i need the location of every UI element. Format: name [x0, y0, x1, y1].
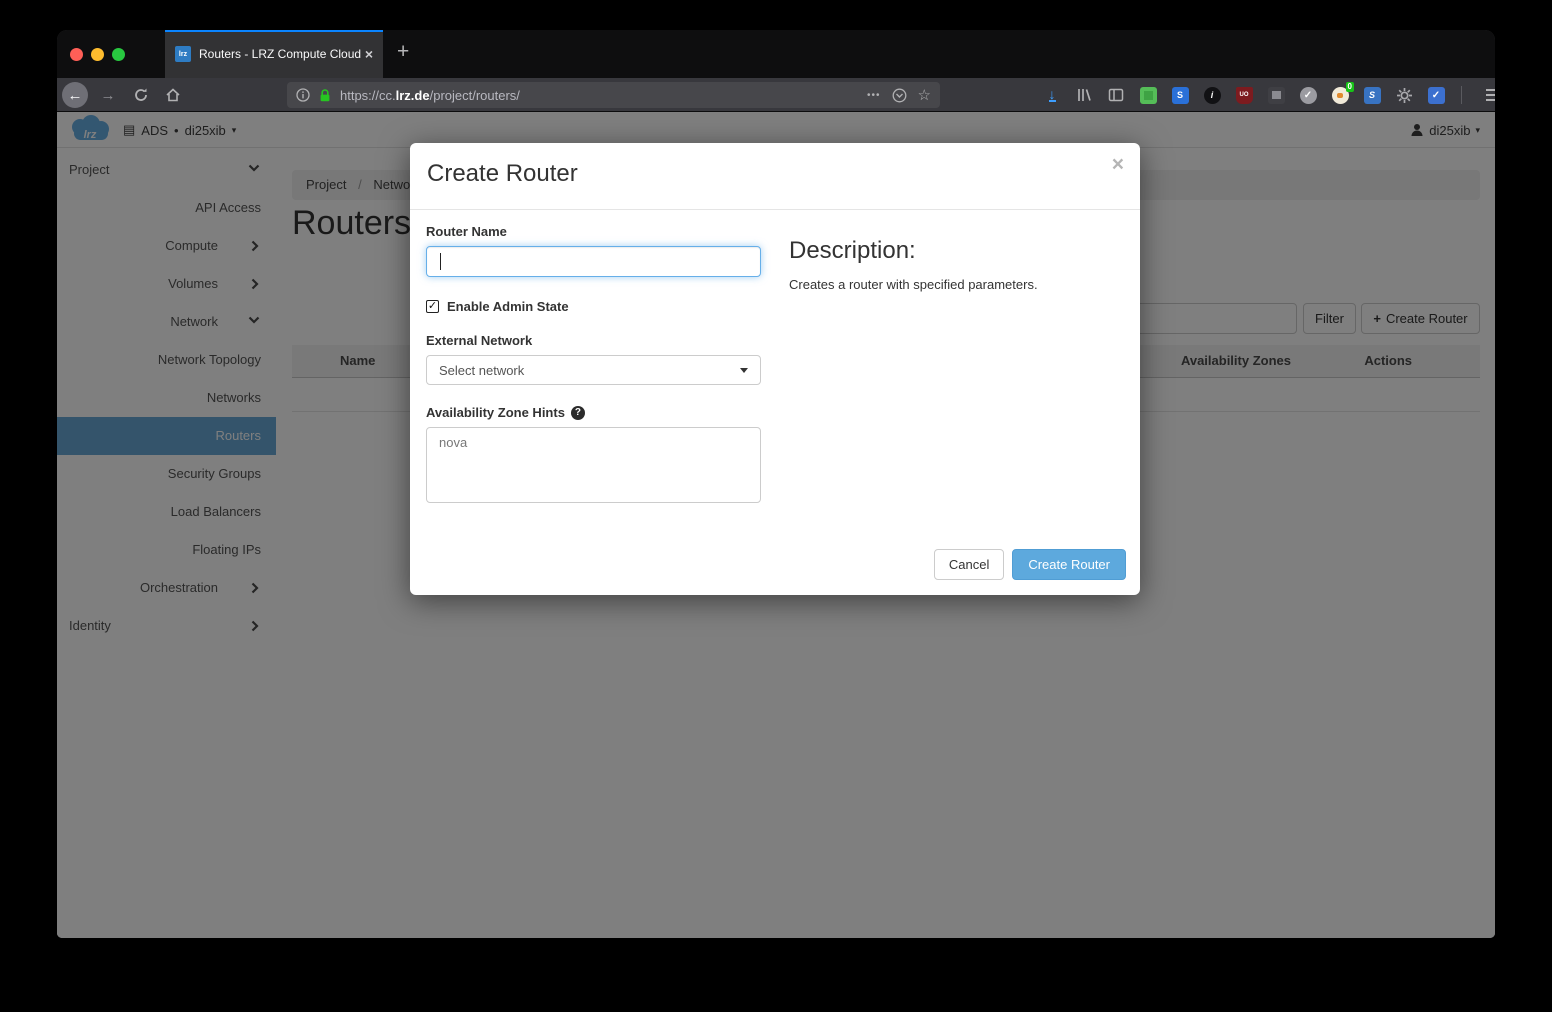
- reload-button[interactable]: [131, 78, 151, 112]
- help-question-icon[interactable]: ?: [571, 406, 585, 420]
- external-network-label: External Network: [426, 333, 761, 348]
- external-network-select[interactable]: Select network: [426, 355, 761, 385]
- back-button[interactable]: ←: [62, 82, 88, 108]
- window-controls: [70, 48, 125, 61]
- extension-stylus-icon[interactable]: S: [1363, 86, 1381, 104]
- extension-info-circle-icon[interactable]: i: [1203, 86, 1221, 104]
- modal-description: Description: Creates a router with speci…: [789, 237, 1124, 292]
- extension-grid-green-icon[interactable]: [1139, 86, 1157, 104]
- description-text: Creates a router with specified paramete…: [789, 277, 1124, 292]
- forward-button[interactable]: →: [98, 78, 118, 112]
- select-caret-icon: [740, 368, 748, 373]
- page-viewport: lrz ▤ ADS • di25xib ▾ di25xib ▾ Project …: [57, 112, 1495, 938]
- browser-window: lrz Routers - LRZ Compute Cloud × + ← → …: [57, 30, 1495, 938]
- close-window-button[interactable]: [70, 48, 83, 61]
- submit-create-router-button[interactable]: Create Router: [1012, 549, 1126, 580]
- cancel-button[interactable]: Cancel: [934, 549, 1004, 580]
- pocket-icon[interactable]: [892, 88, 907, 103]
- downloads-icon[interactable]: ↓: [1043, 86, 1061, 104]
- extension-check-square-icon[interactable]: ✓: [1427, 86, 1445, 104]
- new-tab-button[interactable]: +: [397, 40, 409, 64]
- tab-bar: lrz Routers - LRZ Compute Cloud × +: [57, 30, 1495, 78]
- tab-close-icon[interactable]: ×: [365, 46, 373, 62]
- bookmark-star-icon[interactable]: ☆: [918, 86, 931, 104]
- modal-footer: Cancel Create Router: [934, 549, 1126, 580]
- extension-dark-frame-icon[interactable]: [1267, 86, 1285, 104]
- modal-title: Create Router: [427, 160, 578, 188]
- az-hints-label: Availability Zone Hints ?: [426, 405, 761, 420]
- close-icon[interactable]: ×: [1112, 153, 1124, 177]
- https-lock-icon[interactable]: [318, 88, 332, 103]
- sidebar-toggle-icon[interactable]: [1107, 86, 1125, 104]
- admin-state-checkbox[interactable]: ✓: [426, 300, 439, 313]
- minimize-window-button[interactable]: [91, 48, 104, 61]
- ublock-origin-icon[interactable]: UO: [1235, 86, 1253, 104]
- selected-network-value: Select network: [439, 363, 524, 378]
- az-hints-listbox[interactable]: nova: [426, 427, 761, 503]
- az-option-nova[interactable]: nova: [427, 434, 760, 451]
- router-name-label: Router Name: [426, 224, 761, 239]
- modal-form: Router Name ✓ Enable Admin State Externa…: [426, 224, 761, 503]
- library-icon[interactable]: [1075, 86, 1093, 104]
- create-router-modal: Create Router × Router Name ✓ Enable Adm…: [410, 143, 1140, 595]
- settings-gear-icon[interactable]: [1395, 86, 1413, 104]
- tab-favicon: lrz: [175, 46, 191, 62]
- admin-state-row[interactable]: ✓ Enable Admin State: [426, 299, 761, 314]
- admin-state-label: Enable Admin State: [447, 299, 569, 314]
- description-heading: Description:: [789, 237, 1124, 265]
- tab-title: Routers - LRZ Compute Cloud: [199, 47, 361, 61]
- extension-s-blue-icon[interactable]: S: [1171, 86, 1189, 104]
- menu-hamburger-icon[interactable]: [1484, 86, 1495, 104]
- toolbar-icons: ↓ S i UO ✓ 0 S ✓: [1043, 78, 1495, 112]
- url-bar[interactable]: https://cc.lrz.de/project/routers/ ••• ☆: [287, 82, 940, 108]
- home-button[interactable]: [163, 78, 183, 112]
- toolbar-separator: [1461, 86, 1462, 104]
- text-cursor: [440, 253, 441, 270]
- router-name-input[interactable]: [426, 246, 761, 277]
- page-actions-icon[interactable]: •••: [867, 90, 881, 101]
- extension-check-circle-icon[interactable]: ✓: [1299, 86, 1317, 104]
- site-info-icon[interactable]: [296, 88, 310, 102]
- modal-header: Create Router ×: [410, 143, 1140, 210]
- url-text[interactable]: https://cc.lrz.de/project/routers/: [340, 88, 520, 103]
- router-name-field-wrap: [426, 246, 761, 277]
- extension-duck-icon[interactable]: 0: [1331, 86, 1349, 104]
- active-tab[interactable]: lrz Routers - LRZ Compute Cloud ×: [165, 30, 383, 78]
- zoom-window-button[interactable]: [112, 48, 125, 61]
- browser-toolbar: ← → https://cc.lrz.de/project/routers/ •…: [57, 78, 1495, 112]
